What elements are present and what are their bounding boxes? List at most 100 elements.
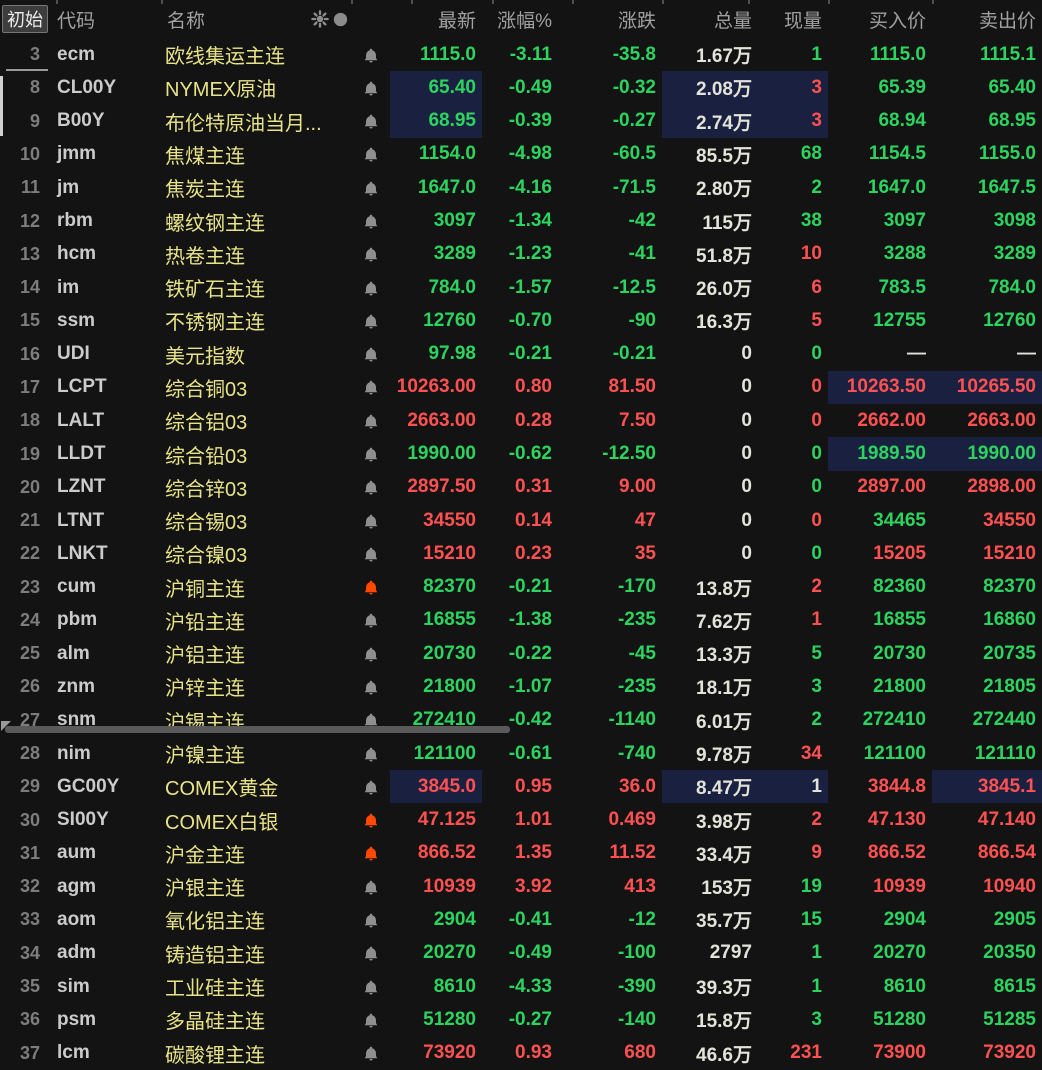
table-row[interactable]: 30SI00YCOMEX白银47.1251.010.4693.98万247.13… — [0, 803, 1042, 836]
table-row[interactable]: 17LCPT综合铜0310263.000.8081.500010263.5010… — [0, 371, 1042, 404]
alert-bell-icon[interactable] — [363, 346, 379, 362]
alert-bell-icon[interactable] — [363, 413, 379, 429]
cell-ask-price: 10265.50 — [932, 371, 1042, 404]
cell-bid-price: 1154.5 — [828, 138, 932, 171]
cell-bid-price: 82360 — [828, 571, 932, 604]
alert-bell-icon[interactable] — [363, 47, 379, 63]
table-row[interactable]: 23cum沪铜主连82370-0.21-17013.8万28236082370 — [0, 571, 1042, 604]
alert-bell-active-icon[interactable] — [363, 579, 379, 595]
column-header-last[interactable]: 最新 — [390, 6, 482, 33]
alert-bell-icon[interactable] — [363, 912, 379, 928]
alert-bell-icon[interactable] — [363, 246, 379, 262]
alert-bell-icon[interactable] — [363, 646, 379, 662]
cell-cur-volume: 0 — [758, 504, 828, 537]
cell-change-pct: -1.34 — [482, 204, 558, 237]
table-row[interactable]: 9B00Y布伦特原油当月...68.95-0.39-0.272.74万368.9… — [0, 105, 1042, 138]
alert-bell-icon[interactable] — [363, 1012, 379, 1028]
alert-bell-icon[interactable] — [363, 313, 379, 329]
alert-bell-icon[interactable] — [363, 113, 379, 129]
column-header-code[interactable]: 代码 — [50, 6, 160, 33]
cell-alert — [352, 637, 390, 670]
table-row[interactable]: 10jmm焦煤主连1154.0-4.98-60.585.5万681154.511… — [0, 138, 1042, 171]
table-row[interactable]: 19LLDT综合铅031990.00-0.62-12.50001989.5019… — [0, 437, 1042, 470]
table-row[interactable]: 14im铁矿石主连784.0-1.57-12.526.0万6783.5784.0 — [0, 271, 1042, 304]
cell-change-pct: -0.70 — [482, 304, 558, 337]
column-header-ask[interactable]: 卖出价 — [932, 6, 1042, 33]
sort-indicator[interactable] — [311, 10, 348, 28]
cell-row-number: 14 — [0, 271, 50, 304]
table-row[interactable]: 31aum沪金主连866.521.3511.5233.4万9866.52866.… — [0, 837, 1042, 870]
alert-bell-icon[interactable] — [363, 879, 379, 895]
column-header-cur-volume[interactable]: 现量 — [758, 6, 828, 33]
table-row[interactable]: 22LNKT综合镍03152100.2335001520515210 — [0, 537, 1042, 570]
table-row[interactable]: 35sim工业硅主连8610-4.33-39039.3万186108615 — [0, 970, 1042, 1003]
column-header-bid[interactable]: 买入价 — [828, 6, 932, 33]
cell-change-pct: 3.92 — [482, 870, 558, 903]
column-divider-tick — [932, 0, 934, 4]
alert-bell-icon[interactable] — [363, 479, 379, 495]
alert-bell-icon[interactable] — [363, 213, 379, 229]
cell-alert — [352, 71, 390, 104]
table-row[interactable]: 8CL00YNYMEX原油65.40-0.49-0.322.08万365.396… — [0, 71, 1042, 104]
table-row[interactable]: 28nim沪镍主连121100-0.61-7409.78万34121100121… — [0, 737, 1042, 770]
cell-bid-price: 3844.8 — [828, 770, 932, 803]
table-row[interactable]: 29GC00YCOMEX黄金3845.00.9536.08.47万13844.8… — [0, 770, 1042, 803]
table-row[interactable]: 36psm多晶硅主连51280-0.27-14015.8万35128051285 — [0, 1003, 1042, 1036]
alert-bell-icon[interactable] — [363, 146, 379, 162]
init-sort-button[interactable]: 初始 — [2, 5, 48, 33]
column-header-change-pct[interactable]: 涨幅% — [482, 6, 558, 33]
horizontal-scrollbar[interactable] — [0, 725, 1042, 734]
cell-row-number: 15 — [0, 304, 50, 337]
cell-change: -41 — [558, 238, 662, 271]
cell-row-number: 10 — [0, 138, 50, 171]
alert-bell-active-icon[interactable] — [363, 812, 379, 828]
table-row[interactable]: 11jm焦炭主连1647.0-4.16-71.52.80万21647.01647… — [0, 171, 1042, 204]
alert-bell-active-icon[interactable] — [363, 845, 379, 861]
cell-name: 沪银主连 — [160, 870, 352, 903]
alert-bell-icon[interactable] — [363, 1045, 379, 1061]
cell-change: 47 — [558, 504, 662, 537]
table-row[interactable]: 18LALT综合铝032663.000.287.50002662.002663.… — [0, 404, 1042, 437]
table-row[interactable]: 26znm沪锌主连21800-1.07-23518.1万32180021805 — [0, 670, 1042, 703]
table-row[interactable]: 37lcm碳酸锂主连739200.9368046.6万2317390073920 — [0, 1036, 1042, 1069]
table-row[interactable]: 15ssm不锈钢主连12760-0.70-9016.3万51275512760 — [0, 304, 1042, 337]
column-header-volume[interactable]: 总量 — [662, 6, 758, 33]
table-row[interactable]: 32agm沪银主连109393.92413153万191093910940 — [0, 870, 1042, 903]
cell-change: -0.27 — [558, 105, 662, 138]
alert-bell-icon[interactable] — [363, 979, 379, 995]
alert-bell-icon[interactable] — [363, 180, 379, 196]
table-row[interactable]: 13hcm热卷主连3289-1.23-4151.8万1032883289 — [0, 238, 1042, 271]
cell-bid-price: 51280 — [828, 1003, 932, 1036]
table-row[interactable]: 21LTNT综合锡03345500.1447003446534550 — [0, 504, 1042, 537]
cell-last: 34550 — [390, 504, 482, 537]
alert-bell-icon[interactable] — [363, 546, 379, 562]
table-row[interactable]: 3ecm欧线集运主连1115.0-3.11-35.81.67万11115.011… — [0, 38, 1042, 71]
cell-ask-price: 3845.1 — [932, 770, 1042, 803]
column-header-change[interactable]: 涨跌 — [558, 6, 662, 33]
alert-bell-icon[interactable] — [363, 280, 379, 296]
cell-row-number: 21 — [0, 504, 50, 537]
cell-cur-volume: 2 — [758, 171, 828, 204]
table-row[interactable]: 25alm沪铝主连20730-0.22-4513.3万52073020735 — [0, 637, 1042, 670]
table-row[interactable]: 16UDI美元指数97.98-0.21-0.2100—— — [0, 338, 1042, 371]
table-row[interactable]: 33aom氧化铝主连2904-0.41-1235.7万1529042905 — [0, 903, 1042, 936]
alert-bell-icon[interactable] — [363, 513, 379, 529]
horizontal-scrollbar-thumb[interactable] — [5, 726, 510, 733]
alert-bell-icon[interactable] — [363, 746, 379, 762]
alert-bell-icon[interactable] — [363, 612, 379, 628]
alert-bell-icon[interactable] — [363, 379, 379, 395]
cell-change: -90 — [558, 304, 662, 337]
alert-bell-icon[interactable] — [363, 80, 379, 96]
table-row[interactable]: 20LZNT综合锌032897.500.319.00002897.002898.… — [0, 471, 1042, 504]
alert-bell-icon[interactable] — [363, 446, 379, 462]
alert-bell-icon[interactable] — [363, 679, 379, 695]
cell-last: 10939 — [390, 870, 482, 903]
table-row[interactable]: 12rbm螺纹钢主连3097-1.34-42115万3830973098 — [0, 204, 1042, 237]
cell-code: lcm — [50, 1036, 160, 1069]
cell-alert — [352, 1003, 390, 1036]
alert-bell-icon[interactable] — [363, 945, 379, 961]
table-row[interactable]: 24pbm沪铅主连16855-1.38-2357.62万11685516860 — [0, 604, 1042, 637]
table-row[interactable]: 34adm铸造铝主连20270-0.49-100279712027020350 — [0, 937, 1042, 970]
cell-change: -390 — [558, 970, 662, 1003]
alert-bell-icon[interactable] — [363, 779, 379, 795]
